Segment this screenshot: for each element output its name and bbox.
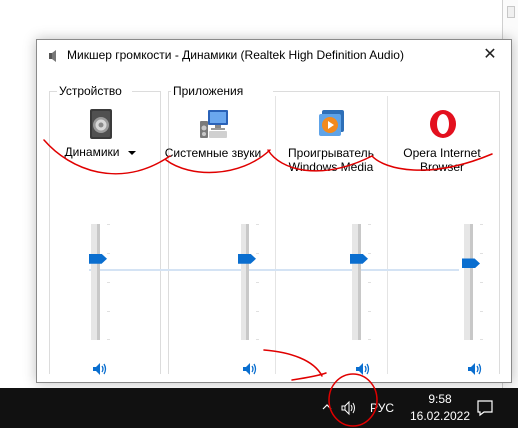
notification-icon[interactable]: [476, 399, 494, 417]
device-channel: Динамики: [45, 102, 155, 382]
app-channel: Системные звуки: [158, 102, 268, 382]
device-group-label: Устройство: [57, 84, 124, 98]
app-label-line: Windows Media: [288, 160, 374, 174]
app-channel: Opera Internet Browser: [387, 102, 497, 382]
app-label-line: Opera Internet: [403, 146, 481, 160]
app-channel: Проигрыватель Windows Media: [276, 102, 386, 382]
speaker-mute-icon[interactable]: [355, 362, 371, 376]
slider-ticks: [480, 224, 483, 340]
opera-browser-icon[interactable]: [427, 108, 459, 140]
close-button[interactable]: ✕: [469, 40, 511, 70]
speaker-title-icon: [49, 50, 56, 62]
volume-mixer-window: Микшер громкости - Динамики (Realtek Hig…: [36, 39, 512, 383]
slider-ticks: [368, 224, 371, 340]
slider-ticks: [107, 224, 110, 340]
app-label-line: Системные звуки: [164, 146, 262, 160]
speaker-mute-icon[interactable]: [467, 362, 483, 376]
windows-media-player-icon[interactable]: [316, 108, 348, 140]
apps-group-label: Приложения: [171, 84, 246, 98]
taskbar: РУС 9:58 16.02.2022: [0, 388, 518, 428]
slider-track-groove: [358, 224, 361, 340]
title-bar[interactable]: Микшер громкости - Динамики (Realtek Hig…: [37, 40, 511, 70]
speaker-mute-icon[interactable]: [242, 362, 258, 376]
volume-slider-thumb[interactable]: [462, 258, 480, 269]
volume-tray-icon[interactable]: [340, 400, 358, 416]
speaker-device-icon[interactable]: [85, 108, 117, 140]
clock-date[interactable]: 16.02.2022: [405, 409, 475, 423]
slider-track-groove: [246, 224, 249, 340]
device-group-border-right: [132, 91, 160, 92]
app-label-line: Browser: [419, 160, 464, 174]
slider-track-groove: [470, 224, 473, 340]
language-indicator[interactable]: РУС: [370, 401, 394, 415]
apps-group-border-top: [273, 91, 499, 92]
app-label: Opera Internet Browser: [387, 146, 497, 174]
volume-slider-thumb[interactable]: [350, 253, 368, 264]
app-label: Проигрыватель Windows Media: [276, 146, 386, 174]
clock-time[interactable]: 9:58: [408, 392, 472, 406]
chevron-down-icon[interactable]: [127, 150, 136, 155]
apps-group-border-right: [499, 91, 500, 374]
app-label-line: Проигрыватель: [288, 146, 374, 160]
slider-track-groove: [97, 224, 100, 340]
window-title: Микшер громкости - Динамики (Realtek Hig…: [67, 48, 404, 62]
chevron-up-icon[interactable]: [320, 400, 334, 414]
device-name: Динамики: [64, 145, 120, 159]
speaker-mute-icon[interactable]: [92, 362, 108, 376]
app-label: Системные звуки: [158, 146, 268, 160]
device-dropdown[interactable]: Динамики: [45, 145, 155, 159]
volume-slider-thumb[interactable]: [238, 253, 256, 264]
slider-ticks: [256, 224, 259, 340]
system-sounds-icon[interactable]: [198, 108, 230, 140]
volume-slider-thumb[interactable]: [89, 253, 107, 264]
